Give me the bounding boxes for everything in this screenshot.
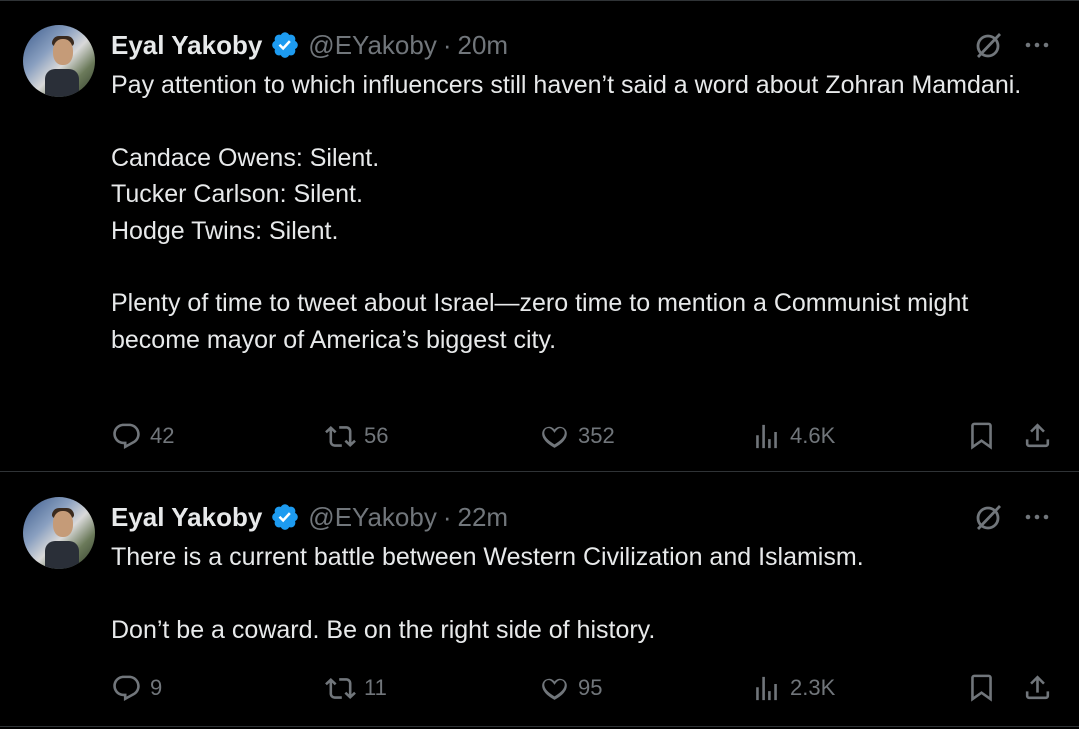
separator-dot: · xyxy=(442,29,452,60)
views-count: 2.3K xyxy=(790,675,836,700)
reply-button[interactable]: 9 xyxy=(111,670,162,706)
grok-icon[interactable] xyxy=(972,29,1004,61)
tweet-actions: 9 11 95 2.3K xyxy=(111,670,1056,706)
timestamp[interactable]: 22m xyxy=(458,502,509,533)
repost-button[interactable]: 56 xyxy=(325,418,388,454)
grok-icon[interactable] xyxy=(972,501,1004,533)
reply-count: 42 xyxy=(150,423,175,448)
tweet-2[interactable]: Eyal Yakoby @EYakoby · 22m There is a cu… xyxy=(0,473,1079,727)
like-icon xyxy=(542,426,567,448)
tweet-actions: 42 56 352 4.6K xyxy=(111,418,1056,454)
like-button[interactable]: 352 xyxy=(539,418,615,454)
views-button[interactable]: 4.6K xyxy=(751,418,835,454)
share-icon[interactable] xyxy=(1022,420,1053,451)
repost-count: 11 xyxy=(364,675,387,700)
views-icon xyxy=(756,424,777,448)
repost-button[interactable]: 11 xyxy=(325,670,387,706)
verified-badge-icon xyxy=(272,504,299,530)
avatar[interactable] xyxy=(23,497,95,569)
like-count: 352 xyxy=(578,423,615,448)
verified-badge-icon xyxy=(272,32,299,58)
reply-icon xyxy=(113,423,140,449)
tweet-text: Pay attention to which influencers still… xyxy=(111,71,1022,354)
like-icon xyxy=(542,678,567,700)
author-handle[interactable]: @EYakoby xyxy=(308,502,437,533)
reply-button[interactable]: 42 xyxy=(111,418,174,454)
views-icon xyxy=(756,676,777,700)
author-name[interactable]: Eyal Yakoby xyxy=(111,30,262,61)
more-icon[interactable] xyxy=(1022,503,1052,531)
repost-icon xyxy=(325,425,356,447)
separator-dot: · xyxy=(442,501,452,532)
bookmark-icon[interactable] xyxy=(966,672,997,703)
repost-count: 56 xyxy=(364,423,389,448)
views-button[interactable]: 2.3K xyxy=(751,670,835,706)
reply-icon xyxy=(113,675,140,701)
like-count: 95 xyxy=(578,675,603,700)
repost-icon xyxy=(325,677,356,699)
avatar[interactable] xyxy=(23,25,95,97)
views-count: 4.6K xyxy=(790,423,836,448)
share-icon[interactable] xyxy=(1022,672,1053,703)
tweet-1[interactable]: Eyal Yakoby @EYakoby · 20m Pay attention… xyxy=(0,0,1079,472)
author-name[interactable]: Eyal Yakoby xyxy=(111,502,262,533)
bookmark-icon[interactable] xyxy=(966,420,997,451)
author-handle[interactable]: @EYakoby xyxy=(308,30,437,61)
like-button[interactable]: 95 xyxy=(539,670,602,706)
timestamp[interactable]: 20m xyxy=(458,30,509,61)
tweet-text: There is a current battle between Wester… xyxy=(111,543,864,644)
more-icon[interactable] xyxy=(1022,31,1052,59)
tweet-header: Eyal Yakoby @EYakoby · 22m xyxy=(111,499,508,535)
tweet-header: Eyal Yakoby @EYakoby · 20m xyxy=(111,27,508,63)
reply-count: 9 xyxy=(150,675,163,700)
